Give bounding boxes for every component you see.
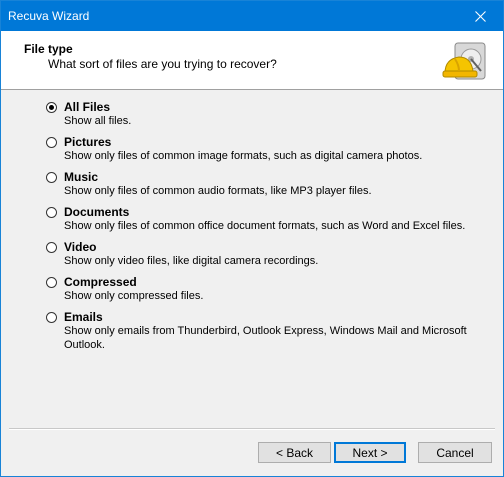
option-all-files[interactable]: All Files Show all files. <box>46 100 486 135</box>
radio-all-files[interactable] <box>46 102 57 113</box>
radio-documents[interactable] <box>46 207 57 218</box>
page-subtitle: What sort of files are you trying to rec… <box>48 57 277 71</box>
back-button[interactable]: < Back <box>258 442 331 463</box>
cancel-button[interactable]: Cancel <box>418 442 492 463</box>
option-label[interactable]: Pictures <box>64 135 111 149</box>
option-description: Show only files of common office documen… <box>64 220 466 232</box>
option-description: Show only compressed files. <box>64 290 204 302</box>
radio-compressed[interactable] <box>46 277 57 288</box>
option-label[interactable]: Video <box>64 240 96 254</box>
option-label[interactable]: Documents <box>64 205 129 219</box>
recuva-wizard-window: Recuva Wizard File type What sort of fil… <box>0 0 504 477</box>
file-type-options: All Files Show all files. Pictures Show … <box>46 100 486 360</box>
close-button[interactable] <box>457 1 503 31</box>
option-compressed[interactable]: Compressed Show only compressed files. <box>46 275 486 310</box>
option-description: Show only files of common audio formats,… <box>64 185 372 197</box>
radio-music[interactable] <box>46 172 57 183</box>
option-documents[interactable]: Documents Show only files of common offi… <box>46 205 486 240</box>
option-emails[interactable]: Emails Show only emails from Thunderbird… <box>46 310 486 360</box>
radio-emails[interactable] <box>46 312 57 323</box>
option-description: Show all files. <box>64 115 132 127</box>
radio-pictures[interactable] <box>46 137 57 148</box>
page-title: File type <box>24 42 73 56</box>
window-title: Recuva Wizard <box>8 9 90 23</box>
title-bar[interactable]: Recuva Wizard <box>1 1 503 31</box>
footer-divider <box>9 428 495 430</box>
option-label[interactable]: All Files <box>64 100 110 114</box>
option-label[interactable]: Compressed <box>64 275 137 289</box>
radio-video[interactable] <box>46 242 57 253</box>
option-video[interactable]: Video Show only video files, like digita… <box>46 240 486 275</box>
option-description: Show only emails from Thunderbird, Outlo… <box>64 325 467 351</box>
hard-drive-with-hardhat-icon <box>442 42 486 80</box>
close-icon <box>474 10 486 22</box>
option-label[interactable]: Music <box>64 170 98 184</box>
option-description: Show only files of common image formats,… <box>64 150 423 162</box>
wizard-header: File type What sort of files are you try… <box>1 31 503 90</box>
option-pictures[interactable]: Pictures Show only files of common image… <box>46 135 486 170</box>
next-button[interactable]: Next > <box>334 442 406 463</box>
option-label[interactable]: Emails <box>64 310 103 324</box>
option-description: Show only video files, like digital came… <box>64 255 319 267</box>
option-music[interactable]: Music Show only files of common audio fo… <box>46 170 486 205</box>
